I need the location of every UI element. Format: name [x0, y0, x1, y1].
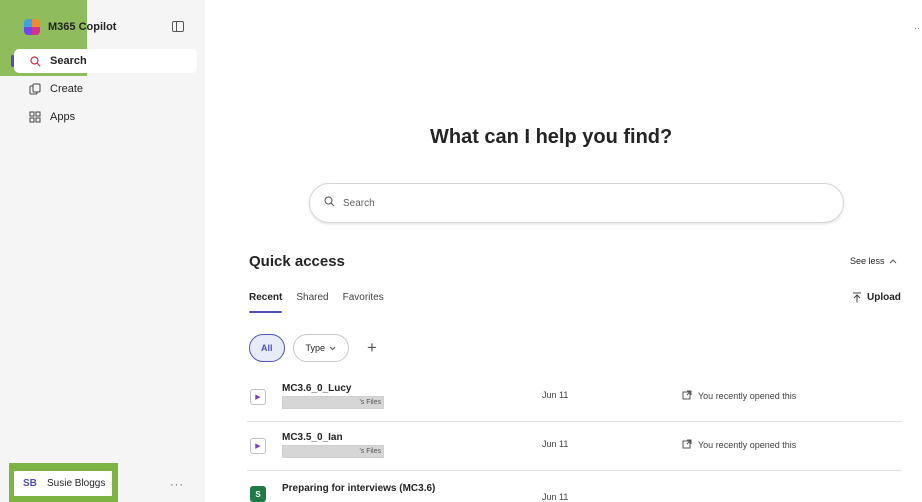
video-file-icon: ▶ — [250, 389, 266, 405]
activity-text: You recently opened this — [698, 440, 797, 450]
chevron-up-icon — [889, 256, 897, 266]
create-icon — [28, 82, 42, 96]
add-filter-icon[interactable]: + — [367, 338, 377, 358]
sidebar-toggle-icon[interactable] — [172, 21, 184, 32]
file-activity: You recently opened this — [682, 390, 796, 402]
search-box[interactable] — [309, 183, 844, 223]
see-less-button[interactable]: See less — [850, 256, 897, 266]
tab-shared[interactable]: Shared — [296, 292, 328, 313]
more-options-icon[interactable]: ··· — [170, 479, 184, 491]
activity-text: You recently opened this — [698, 391, 797, 401]
quick-access-title: Quick access — [249, 253, 345, 270]
sidebar-item-label: Create — [50, 83, 84, 95]
sidebar-item-create[interactable]: Create — [14, 77, 197, 101]
file-owner: 's Files — [282, 445, 384, 458]
quick-access-tabs: Recent Shared Favorites — [249, 292, 384, 313]
open-external-icon — [682, 390, 692, 402]
tab-favorites[interactable]: Favorites — [343, 292, 384, 313]
file-row[interactable]: S Preparing for interviews (MC3.6) Jun 1… — [247, 472, 902, 502]
search-icon — [324, 196, 335, 210]
user-profile[interactable]: SB Susie Bloggs — [14, 471, 112, 496]
overflow-icon[interactable]: ·· — [914, 23, 920, 33]
file-row[interactable]: ▶ MC3.5_0_Ian 's Files Jun 11 You recent… — [247, 421, 902, 471]
filter-chips: All Type + — [249, 334, 377, 362]
video-file-icon: ▶ — [250, 438, 266, 454]
sidebar-item-label: Apps — [50, 111, 76, 123]
spreadsheet-file-icon: S — [250, 486, 266, 502]
see-less-label: See less — [850, 256, 885, 266]
tab-recent[interactable]: Recent — [249, 292, 283, 313]
upload-label: Upload — [867, 292, 901, 303]
filter-all[interactable]: All — [249, 334, 285, 362]
copilot-logo-icon — [24, 19, 40, 35]
brand-name: M365 Copilot — [48, 21, 117, 33]
sidebar-item-search[interactable]: Search — [14, 49, 197, 73]
file-row[interactable]: ▶ MC3.6_0_Lucy 's Files Jun 11 You recen… — [247, 372, 902, 422]
sidebar: M365 Copilot Search Create Apps SB Susie… — [0, 0, 205, 502]
file-date: Jun 11 — [542, 492, 569, 502]
filter-type-label: Type — [305, 343, 326, 353]
filter-type[interactable]: Type — [292, 334, 350, 362]
avatar: SB — [23, 477, 37, 489]
open-external-icon — [682, 439, 692, 451]
chevron-down-icon — [329, 343, 336, 353]
apps-icon — [28, 110, 42, 124]
page-title: What can I help you find? — [430, 126, 673, 148]
file-name[interactable]: MC3.6_0_Lucy — [282, 383, 351, 394]
brand[interactable]: M365 Copilot — [24, 19, 116, 35]
sidebar-item-label: Search — [50, 55, 87, 67]
sidebar-item-apps[interactable]: Apps — [14, 105, 197, 129]
file-activity: You recently opened this — [682, 439, 796, 451]
upload-icon — [852, 292, 862, 306]
user-name: Susie Bloggs — [47, 478, 106, 489]
file-name[interactable]: Preparing for interviews (MC3.6) — [282, 483, 435, 494]
upload-button[interactable]: Upload — [852, 292, 901, 306]
search-input[interactable] — [343, 197, 743, 209]
file-owner: 's Files — [282, 396, 384, 409]
search-icon — [28, 54, 42, 68]
file-date: Jun 11 — [542, 439, 569, 449]
file-date: Jun 11 — [542, 390, 569, 400]
file-name[interactable]: MC3.5_0_Ian — [282, 432, 343, 443]
